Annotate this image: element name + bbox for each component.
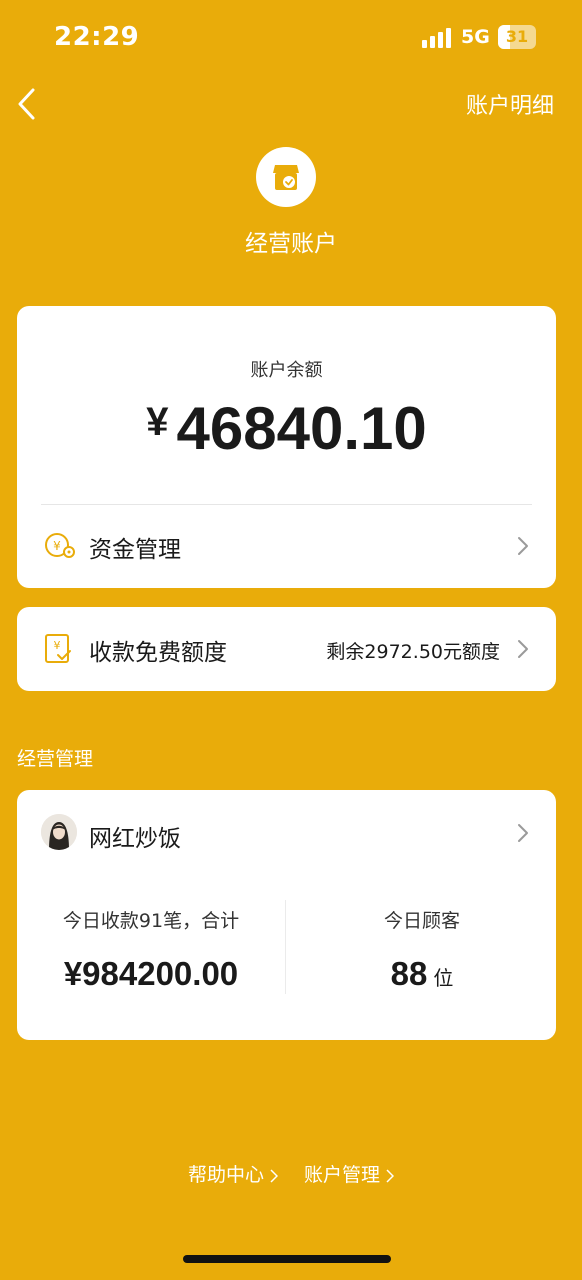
section-title: 经营管理: [17, 748, 94, 770]
divider: [285, 900, 286, 994]
divider: [41, 504, 532, 505]
fund-management-row[interactable]: ¥ 资金管理: [17, 518, 556, 574]
home-indicator: [183, 1255, 391, 1263]
today-customers-value: 88: [390, 955, 428, 992]
chevron-right-icon[interactable]: [516, 822, 530, 844]
balance-card: 账户余额 ¥46840.10 ¥ 资金管理: [17, 306, 556, 588]
chevron-right-icon: [516, 638, 530, 660]
status-bar: 22:29 5G 31: [0, 0, 582, 76]
help-center-link[interactable]: 帮助中心: [188, 1160, 278, 1187]
quota-label: 收款免费额度: [89, 640, 227, 666]
quota-remaining: 剩余2972.50元额度: [326, 641, 500, 663]
status-time: 22:29: [54, 22, 140, 52]
today-customers-stat: 今日顾客 88 位: [288, 906, 556, 993]
business-card: 网红炒饭 今日收款91笔，合计 ¥984200.00 今日顾客 88 位: [17, 790, 556, 1040]
today-payments-amount: ¥984200.00: [63, 955, 239, 992]
today-payments-stat: 今日收款91笔，合计 ¥984200.00: [17, 906, 285, 993]
page-title: 经营账户: [245, 231, 337, 257]
currency-symbol: ¥: [146, 400, 169, 444]
battery-level: 31: [505, 27, 529, 46]
account-details-link[interactable]: 账户明细: [466, 88, 554, 120]
today-customers-label: 今日顾客: [383, 910, 460, 932]
fund-management-label: 资金管理: [89, 537, 181, 563]
account-management-link[interactable]: 账户管理: [304, 1160, 395, 1187]
account-management-label: 账户管理: [304, 1164, 381, 1186]
help-center-label: 帮助中心: [187, 1164, 264, 1186]
avatar[interactable]: [41, 814, 77, 850]
coin-icon: ¥: [43, 530, 77, 566]
network-label: 5G: [461, 26, 490, 48]
back-arrow-icon[interactable]: [14, 86, 42, 122]
quota-card[interactable]: ¥ 收款免费额度 剩余2972.50元额度: [17, 607, 556, 691]
quota-row[interactable]: ¥ 收款免费额度 剩余2972.50元额度: [17, 621, 556, 677]
today-payments-label: 今日收款91笔，合计: [62, 910, 240, 932]
footer-links: 帮助中心 账户管理: [0, 1160, 582, 1187]
today-customers-unit: 位: [433, 966, 454, 990]
balance-value: 46840.10: [176, 395, 427, 462]
battery-icon: 31: [498, 25, 536, 49]
svg-text:¥: ¥: [54, 639, 61, 652]
signal-icon: [422, 28, 452, 48]
chevron-right-icon: [516, 535, 530, 557]
shop-icon: [256, 147, 316, 207]
receipt-icon: ¥: [43, 633, 73, 669]
shop-name[interactable]: 网红炒饭: [89, 819, 181, 853]
svg-text:¥: ¥: [53, 539, 61, 553]
balance-label: 账户余额: [250, 360, 323, 381]
balance-amount: ¥46840.10: [17, 394, 556, 463]
